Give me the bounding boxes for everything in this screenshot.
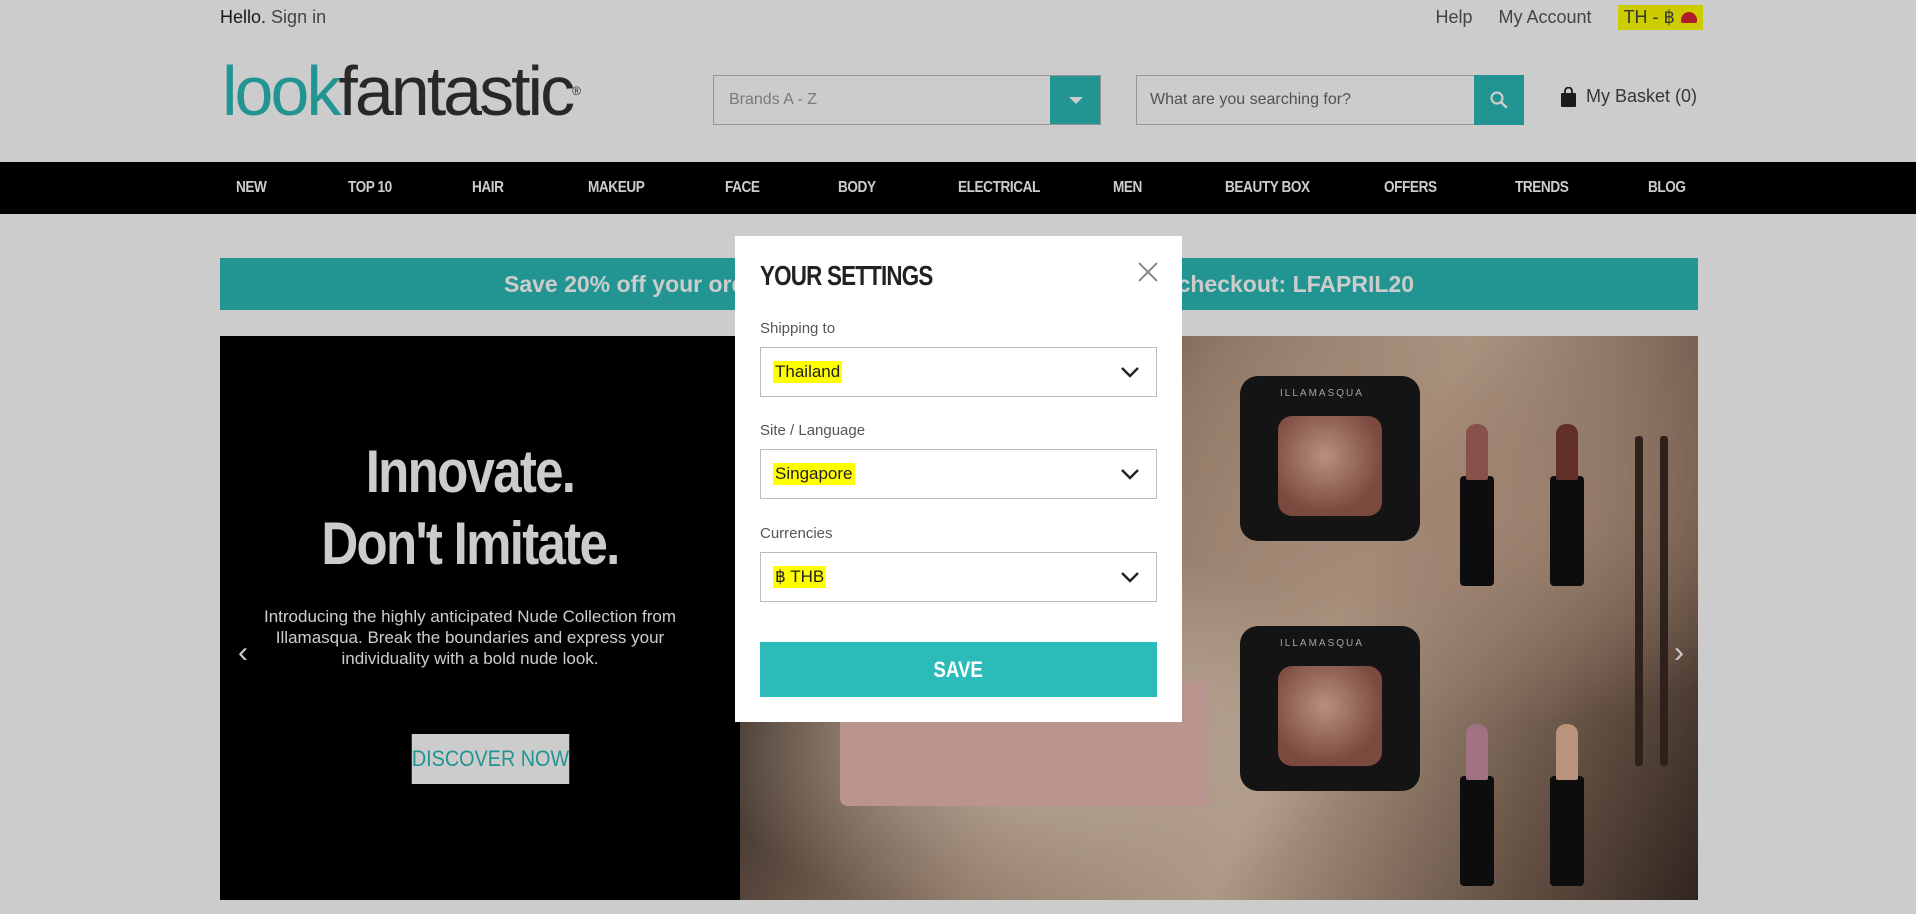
currency-select-value: ฿ THB: [773, 566, 827, 588]
site-language-select-value: Singapore: [773, 463, 855, 485]
shipping-label: Shipping to: [760, 320, 836, 337]
save-button[interactable]: SAVE: [760, 642, 1157, 697]
chevron-down-icon: [1121, 367, 1139, 378]
chevron-down-icon: [1121, 572, 1139, 583]
settings-modal: YOUR SETTINGS Shipping to Thailand Site …: [735, 236, 1182, 722]
save-button-label: SAVE: [933, 657, 984, 682]
modal-title: YOUR SETTINGS: [760, 260, 933, 291]
site-language-select[interactable]: Singapore: [760, 449, 1157, 499]
currency-select[interactable]: ฿ THB: [760, 552, 1157, 602]
chevron-down-icon: [1121, 469, 1139, 480]
close-icon[interactable]: [1136, 260, 1160, 284]
shipping-select[interactable]: Thailand: [760, 347, 1157, 397]
shipping-select-value: Thailand: [773, 361, 843, 383]
site-language-label: Site / Language: [760, 422, 866, 439]
currencies-label: Currencies: [760, 525, 833, 542]
